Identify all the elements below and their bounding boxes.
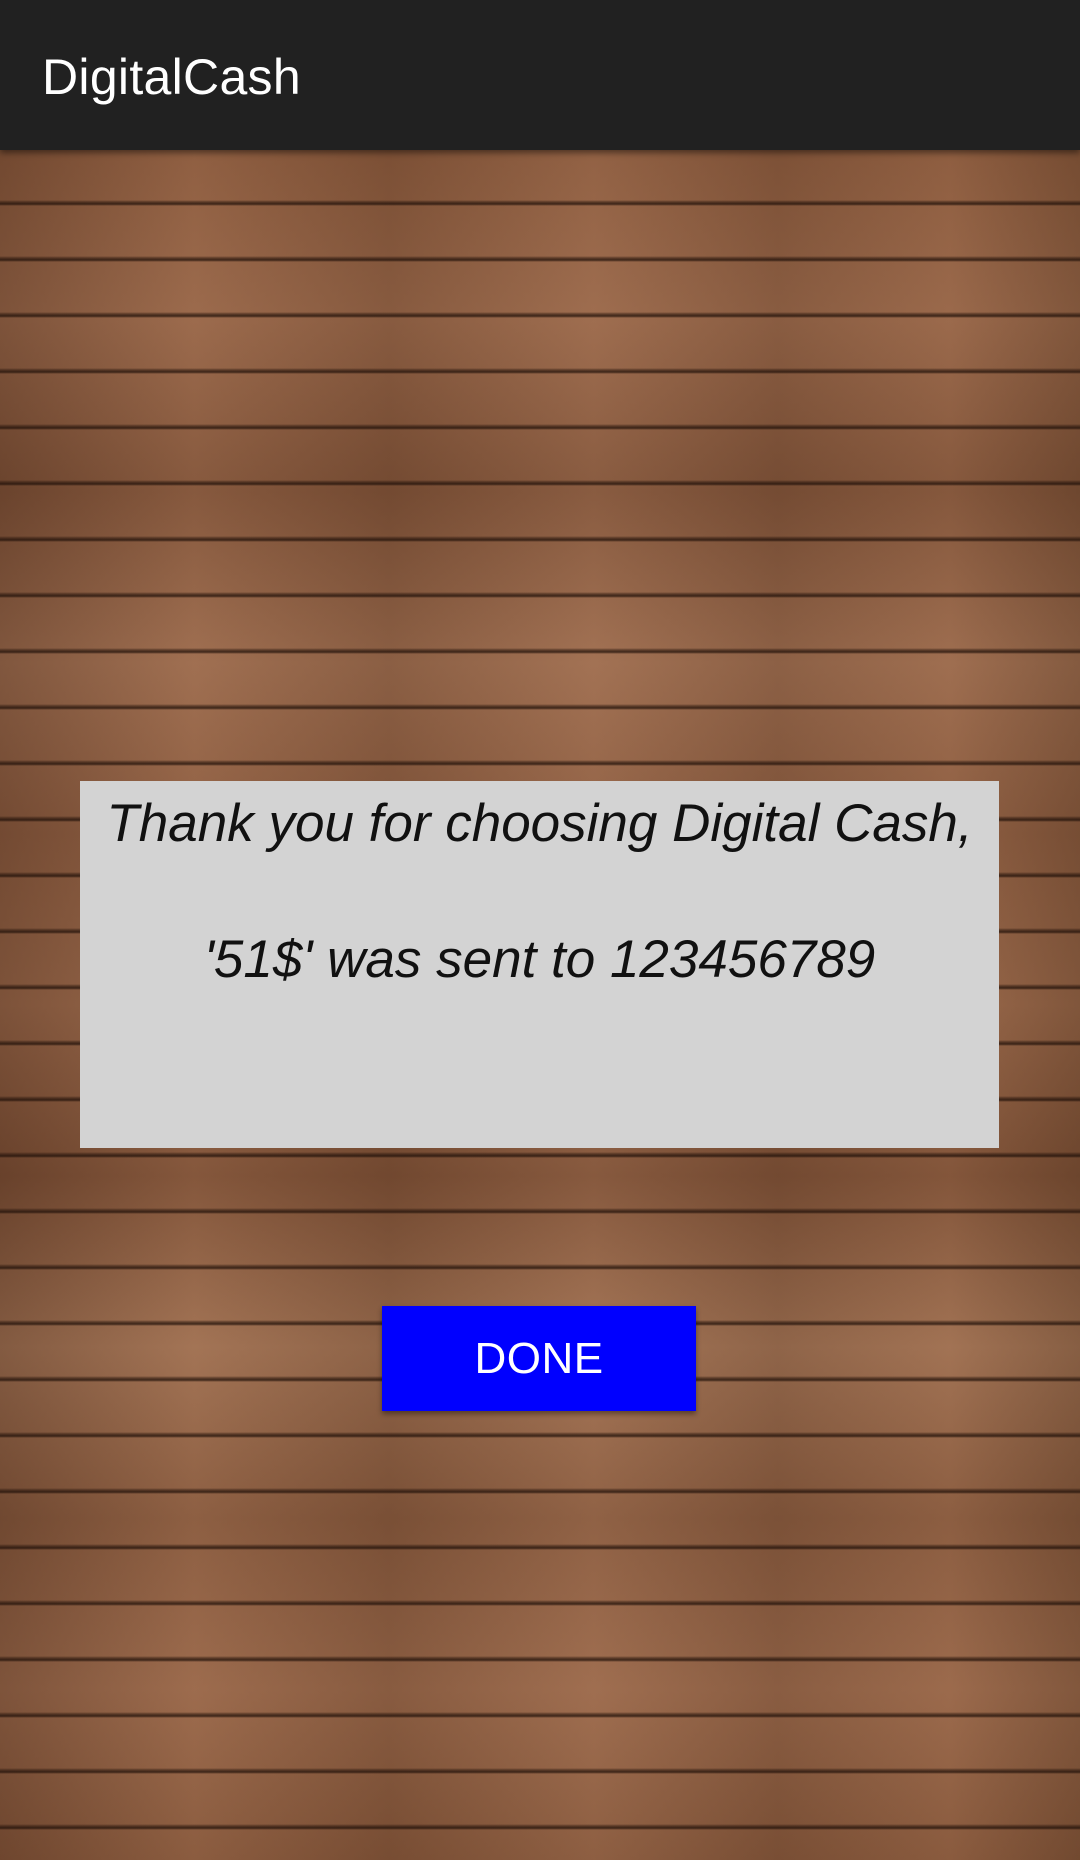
app-bar: DigitalCash <box>0 0 1080 150</box>
transfer-summary-text: '51$' was sent to 123456789 <box>203 930 876 989</box>
app-title: DigitalCash <box>42 49 301 105</box>
done-button[interactable]: DONE <box>382 1306 696 1411</box>
confirmation-message-box: Thank you for choosing Digital Cash, '51… <box>80 781 999 1148</box>
thank-you-text: Thank you for choosing Digital Cash, <box>106 794 973 853</box>
confirmation-screen: DigitalCash Thank you for choosing Digit… <box>0 0 1080 1860</box>
